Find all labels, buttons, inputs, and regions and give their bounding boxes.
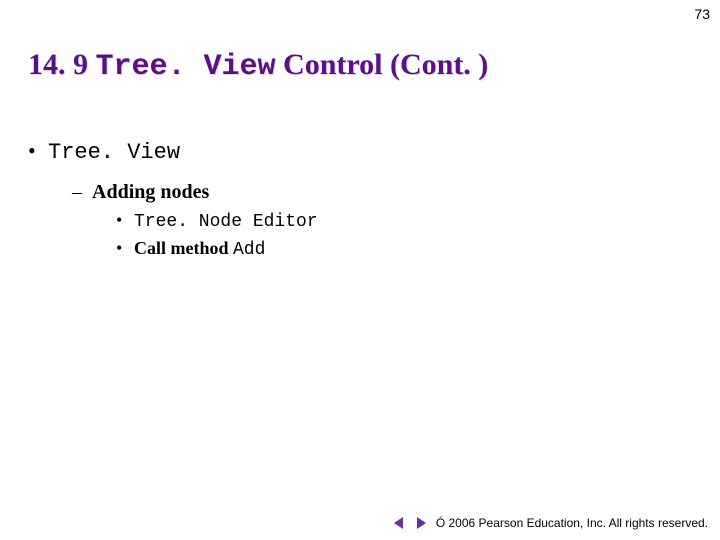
copyright-text: Ó 2006 Pearson Education, Inc. All right…: [436, 516, 708, 530]
content-area: •Tree. View –Adding nodes •Tree. Node Ed…: [28, 130, 692, 260]
bullet-level-3b: •Call method Add: [116, 238, 692, 260]
title-section: 14. 9: [28, 48, 96, 81]
bullet-1-code: Tree. View: [48, 140, 180, 165]
bullet-level-1: •Tree. View: [28, 138, 692, 165]
title-code: Tree. View: [96, 50, 276, 84]
page-number: 73: [694, 6, 710, 22]
triangle-left-icon: [392, 516, 406, 530]
bullet-level-2: –Adding nodes: [72, 181, 692, 204]
footer: Ó 2006 Pearson Education, Inc. All right…: [392, 516, 708, 530]
bullet-dash: –: [72, 181, 92, 204]
bullet-level-3a: •Tree. Node Editor: [116, 210, 692, 232]
bullet-3b-code: Add: [233, 240, 265, 260]
bullet-3b-prefix: Call method: [134, 238, 233, 258]
title-rest: Control (Cont. ): [276, 48, 489, 81]
prev-slide-button[interactable]: [392, 516, 406, 530]
bullet-3a-code: Tree. Node Editor: [134, 212, 318, 232]
bullet-dot: •: [116, 210, 134, 231]
triangle-right-icon: [414, 516, 428, 530]
bullet-dot: •: [116, 238, 134, 259]
next-slide-button[interactable]: [414, 516, 428, 530]
bullet-dot: •: [28, 138, 48, 164]
bullet-2-text: Adding nodes: [92, 181, 209, 203]
slide-title: 14. 9 Tree. View Control (Cont. ): [28, 48, 488, 84]
